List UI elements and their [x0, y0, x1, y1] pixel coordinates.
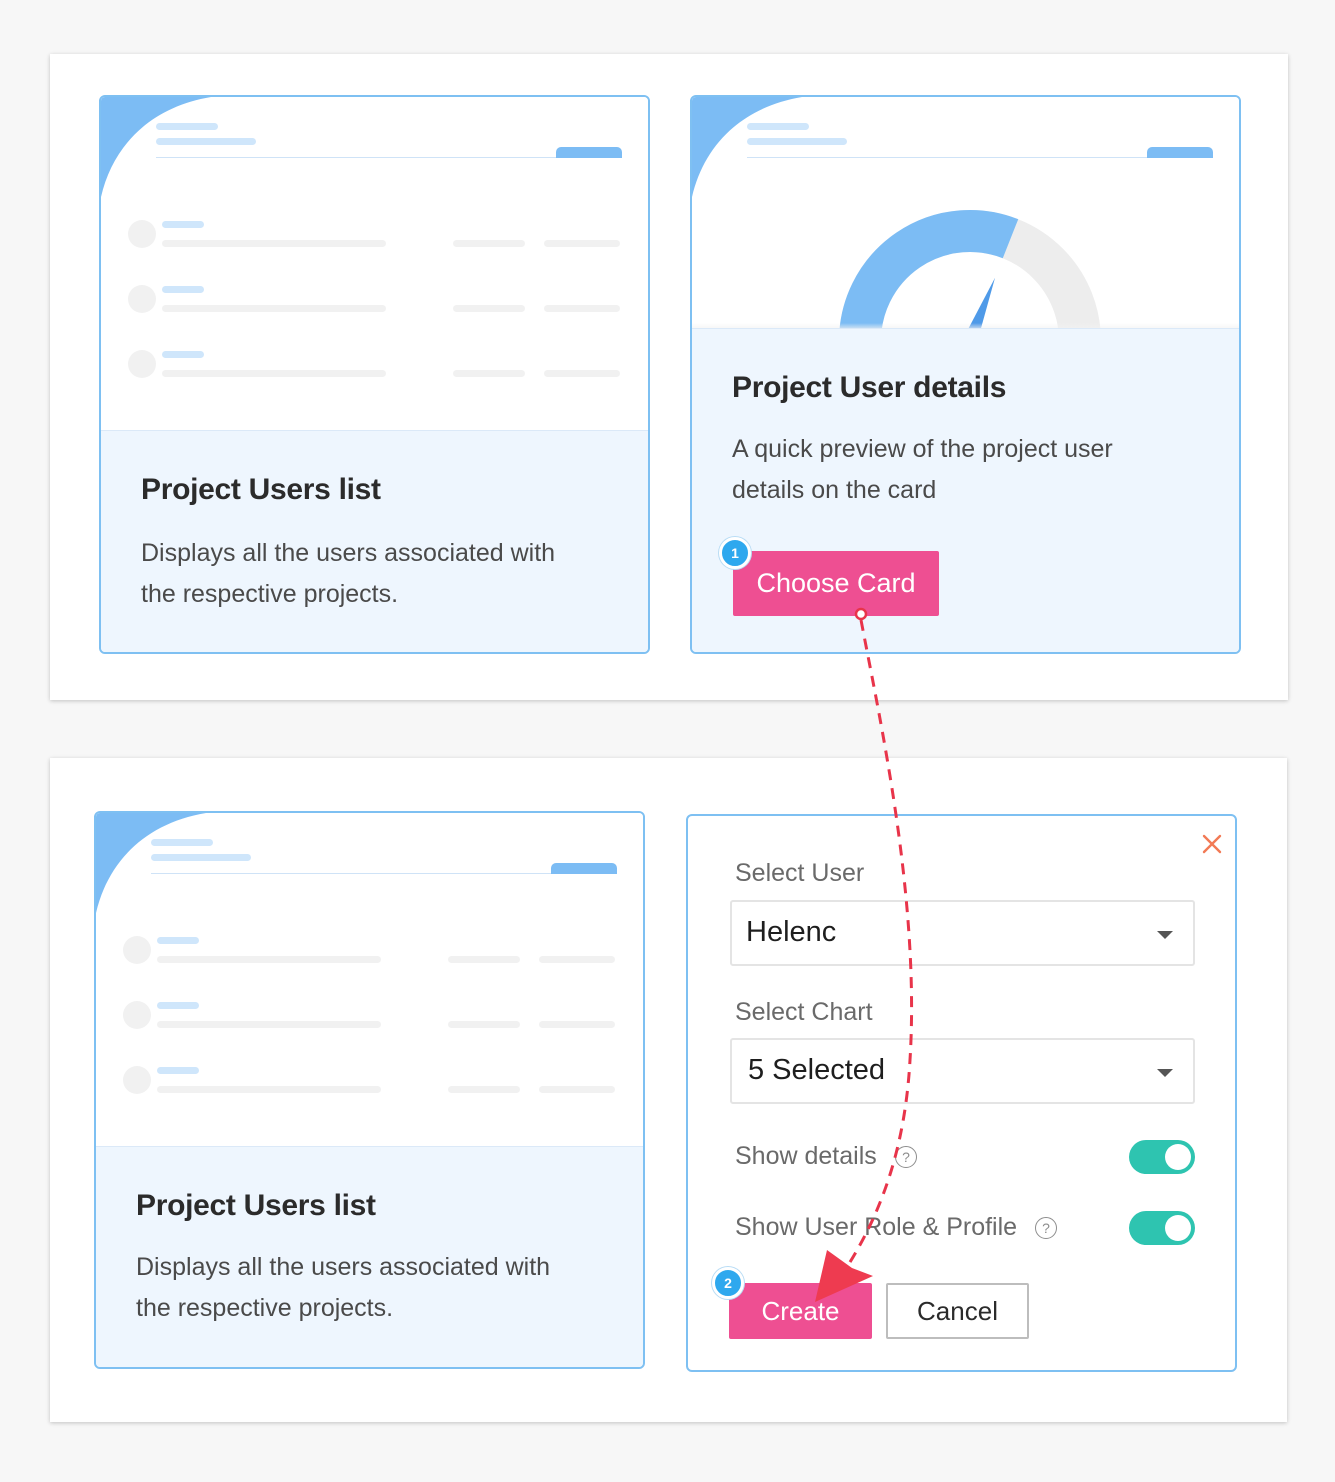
skeleton-bar: [162, 240, 386, 247]
skeleton-avatar: [128, 350, 156, 378]
card-config-form: Select User Helenc Select Chart 5 Select…: [686, 814, 1237, 1372]
skeleton-bar: [157, 956, 381, 963]
card-preview: [96, 813, 643, 1149]
show-details-label: Show details: [735, 1142, 877, 1170]
skeleton-bar: [544, 305, 620, 312]
skeleton-avatar: [123, 936, 151, 964]
card-project-users-list[interactable]: Project Users list Displays all the user…: [94, 811, 645, 1369]
skeleton-bar: [539, 1021, 615, 1028]
toggle-knob: [1165, 1215, 1191, 1241]
skeleton-bar: [162, 221, 204, 228]
step-badge-2: 2: [712, 1267, 744, 1299]
bottom-panel: Project Users list Displays all the user…: [50, 758, 1287, 1422]
card-title: Project Users list: [141, 473, 381, 506]
skeleton-bar: [157, 1067, 199, 1074]
skeleton-avatar: [123, 1001, 151, 1029]
skeleton-divider: [151, 873, 617, 874]
gauge-chart: [839, 210, 1101, 331]
help-icon[interactable]: ?: [895, 1146, 917, 1168]
choose-card-button[interactable]: Choose Card: [733, 551, 939, 616]
card-info: Project Users list Displays all the user…: [101, 430, 648, 652]
select-chart-value: 5 Selected: [748, 1054, 886, 1086]
skeleton-bar: [157, 1002, 199, 1009]
show-role-label: Show User Role & Profile: [735, 1213, 1018, 1241]
skeleton-bar: [162, 286, 204, 293]
skeleton-bar: [157, 1021, 381, 1028]
skeleton-avatar: [128, 285, 156, 313]
skeleton-bar: [544, 240, 620, 247]
card-description: A quick preview of the project user deta…: [732, 435, 1113, 504]
skeleton-bar: [453, 370, 525, 377]
toggle-knob: [1165, 1144, 1191, 1170]
top-panel: Project Users list Displays all the user…: [50, 54, 1288, 700]
skeleton-avatar: [123, 1066, 151, 1094]
gauge-fill: [839, 210, 1019, 331]
create-button[interactable]: Create: [729, 1283, 872, 1339]
skeleton-bar: [162, 351, 204, 358]
skeleton-bar: [448, 1086, 520, 1093]
card-preview: [101, 97, 648, 433]
corner-decoration: [96, 813, 206, 913]
skeleton-bar: [157, 937, 199, 944]
skeleton-bar: [151, 854, 251, 861]
skeleton-bar: [151, 839, 213, 846]
card-info: Project Users list Displays all the user…: [96, 1146, 643, 1367]
step-badge-1: 1: [719, 537, 751, 569]
skeleton-tag: [551, 863, 617, 874]
card-title: Project Users list: [136, 1189, 376, 1222]
select-user-value: Helenc: [746, 916, 837, 948]
help-icon[interactable]: ?: [1035, 1217, 1057, 1239]
select-user-dropdown[interactable]: Helenc: [730, 900, 1195, 966]
skeleton-bar: [544, 370, 620, 377]
close-icon[interactable]: [1201, 833, 1223, 855]
skeleton-bar: [156, 138, 256, 145]
show-details-toggle[interactable]: [1129, 1140, 1195, 1174]
cancel-button[interactable]: Cancel: [886, 1283, 1029, 1339]
skeleton-divider: [156, 157, 622, 158]
card-preview: [692, 97, 1239, 331]
skeleton-bar: [162, 305, 386, 312]
skeleton-bar: [539, 956, 615, 963]
select-user-label: Select User: [735, 859, 865, 887]
skeleton-tag: [556, 147, 622, 158]
skeleton-bar: [162, 370, 386, 377]
chevron-down-icon: [1157, 931, 1173, 939]
card-project-users-list[interactable]: Project Users list Displays all the user…: [99, 95, 650, 654]
show-role-toggle[interactable]: [1129, 1211, 1195, 1245]
skeleton-bar: [448, 956, 520, 963]
card-description: Displays all the users associated with t…: [136, 1253, 551, 1322]
corner-decoration: [101, 97, 211, 197]
skeleton-bar: [156, 123, 218, 130]
skeleton-bar: [448, 1021, 520, 1028]
card-project-user-details[interactable]: Project User details A quick preview of …: [690, 95, 1241, 654]
skeleton-avatar: [128, 220, 156, 248]
card-title: Project User details: [732, 371, 1007, 404]
card-description: Displays all the users associated with t…: [141, 539, 556, 608]
skeleton-bar: [539, 1086, 615, 1093]
select-chart-label: Select Chart: [735, 998, 873, 1026]
skeleton-bar: [453, 305, 525, 312]
chevron-down-icon: [1157, 1069, 1173, 1077]
skeleton-bar: [453, 240, 525, 247]
skeleton-bar: [157, 1086, 381, 1093]
select-chart-dropdown[interactable]: 5 Selected: [730, 1038, 1195, 1104]
